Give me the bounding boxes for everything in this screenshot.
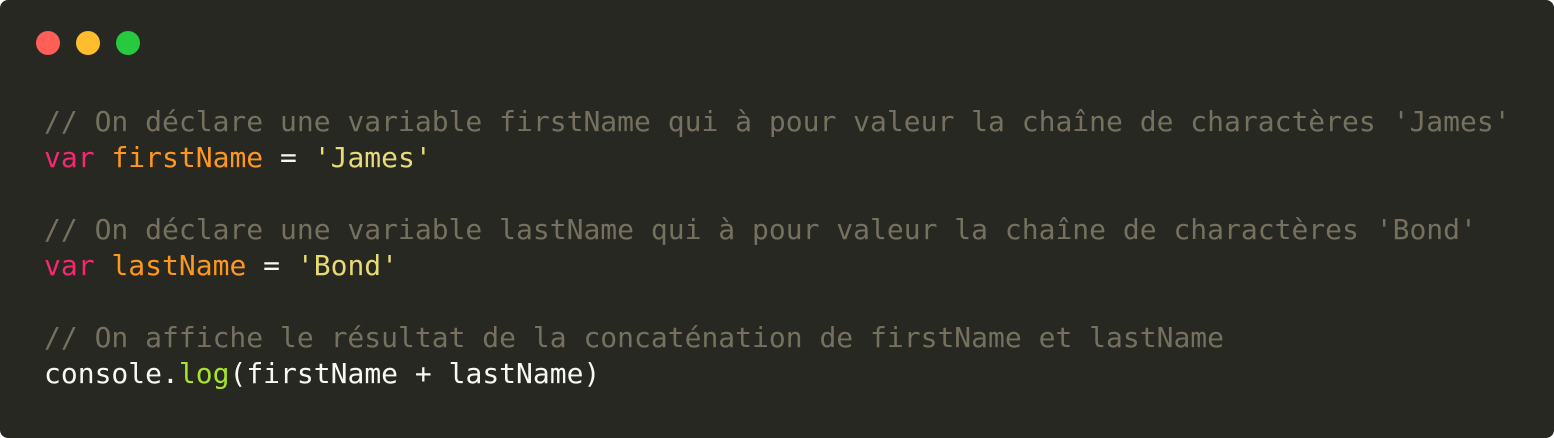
log-method: log	[178, 357, 230, 390]
assign-operator: =	[280, 141, 297, 174]
assign-operator: =	[263, 249, 281, 282]
string-literal: 'James'	[313, 141, 432, 174]
string-literal: 'Bond'	[296, 249, 399, 282]
console-object: console	[44, 357, 163, 390]
argument-firstname: firstName	[246, 357, 399, 390]
close-button[interactable]	[36, 31, 60, 55]
code-line-8: console.log(firstName + lastName)	[44, 356, 1511, 392]
argument-lastname: lastName	[448, 357, 584, 390]
minimize-button[interactable]	[76, 31, 100, 55]
keyword-var: var	[44, 249, 95, 282]
code-line-3-empty	[44, 176, 1511, 212]
keyword-var: var	[44, 141, 95, 174]
member-dot: .	[162, 357, 179, 390]
maximize-button[interactable]	[116, 31, 140, 55]
code-line-4: // On déclare une variable lastName qui …	[44, 212, 1511, 248]
code-line-6-empty	[44, 284, 1511, 320]
plus-operator: +	[414, 357, 432, 390]
comment-text: // On déclare une variable firstName qui…	[44, 105, 1511, 138]
variable-name: firstName	[111, 141, 264, 174]
code-block: // On déclare une variable firstName qui…	[44, 104, 1511, 392]
variable-name: lastName	[111, 249, 247, 282]
comment-text: // On déclare une variable lastName qui …	[44, 213, 1477, 246]
close-paren: )	[583, 357, 601, 390]
comment-text: // On affiche le résultat de la concatén…	[44, 321, 1225, 354]
open-paren: (	[229, 357, 247, 390]
code-line-2: var firstName = 'James'	[44, 140, 1511, 176]
window-controls	[36, 31, 140, 55]
code-line-1: // On déclare une variable firstName qui…	[44, 104, 1511, 140]
code-line-7: // On affiche le résultat de la concatén…	[44, 320, 1511, 356]
code-line-5: var lastName = 'Bond'	[44, 248, 1511, 284]
code-window: // On déclare une variable firstName qui…	[0, 0, 1554, 438]
